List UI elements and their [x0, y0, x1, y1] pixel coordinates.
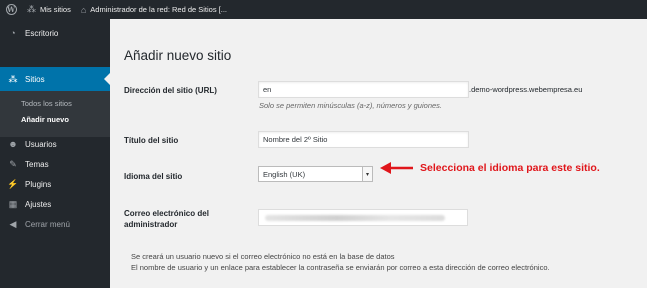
url-hint: Solo se permiten minúsculas (a-z), númer…: [259, 101, 442, 110]
network-admin-menu[interactable]: ⌂ Administrador de la red: Red de Sitios…: [76, 0, 232, 19]
site-title-label: Título del sitio: [124, 136, 179, 145]
menu-label: Cerrar menú: [25, 219, 70, 229]
sites-submenu: Todos los sitios Añadir nuevo: [0, 91, 110, 137]
sites-icon: ⁂: [8, 73, 18, 84]
submenu-item-all-sites[interactable]: Todos los sitios: [21, 99, 72, 108]
language-label: Idioma del sitio: [124, 172, 183, 181]
settings-icon: ▦: [8, 198, 18, 209]
site-url-input[interactable]: [258, 81, 469, 98]
themes-icon: ✎: [9, 158, 17, 169]
admin-email-label-line1: Correo electrónico del: [124, 209, 209, 218]
network-icon: ⁂: [27, 4, 36, 14]
menu-label: Escritorio: [25, 28, 59, 38]
menu-label: Ajustes: [25, 199, 52, 209]
my-sites-label: Mis sitios: [40, 5, 71, 14]
select-arrow-icon: ▾: [362, 167, 372, 181]
admin-sidebar: ◔ Escritorio ⁂ Sitios Todos los sitios A…: [0, 19, 110, 288]
admin-email-label-line2: administrador: [124, 220, 178, 229]
plugins-icon: ⚡: [7, 178, 19, 189]
menu-item-collapse[interactable]: ◀ Cerrar menú: [0, 212, 110, 236]
note-line-1: Se creará un usuario nuevo si el correo …: [131, 252, 395, 261]
blurred-email-value: [265, 215, 445, 221]
annotation-text: Selecciona el idioma para este sitio.: [420, 162, 600, 174]
admin-bar: W ⁂ Mis sitios ⌂ Administrador de la red…: [0, 0, 647, 19]
menu-item-sites[interactable]: ⁂ Sitios: [0, 67, 110, 91]
site-title-input[interactable]: [258, 131, 469, 148]
language-select[interactable]: English (UK) ▾: [258, 166, 373, 182]
menu-item-dashboard[interactable]: ◔ Escritorio: [0, 21, 110, 45]
language-select-value: English (UK): [263, 169, 306, 179]
submenu-item-add-new[interactable]: Añadir nuevo: [21, 115, 69, 124]
menu-label: Sitios: [25, 74, 45, 84]
menu-label: Usuarios: [25, 139, 57, 149]
language-annotation: Selecciona el idioma para este sitio.: [380, 161, 600, 175]
users-icon: ☻: [8, 139, 18, 149]
wordpress-logo-icon: W: [5, 4, 17, 15]
admin-email-input[interactable]: [258, 209, 468, 226]
home-icon: ⌂: [80, 4, 87, 15]
page-title: Añadir nuevo sitio: [124, 48, 232, 63]
url-label: Dirección del sitio (URL): [124, 86, 217, 95]
wordpress-logo-menu[interactable]: W: [0, 0, 22, 19]
note-line-2: El nombre de usuario y un enlace para es…: [131, 263, 550, 272]
red-arrow-icon: [380, 162, 413, 174]
url-suffix: .demo-wordpress.webempresa.eu: [469, 85, 583, 94]
main-content: Añadir nuevo sitio Dirección del sitio (…: [110, 19, 647, 288]
network-admin-label: Administrador de la red: Red de Sitios […: [90, 5, 228, 14]
menu-label: Plugins: [25, 179, 52, 189]
menu-label: Temas: [25, 159, 49, 169]
collapse-icon: ◀: [9, 218, 17, 229]
my-sites-menu[interactable]: ⁂ Mis sitios: [22, 0, 76, 19]
dashboard-icon: ◔: [10, 28, 16, 38]
